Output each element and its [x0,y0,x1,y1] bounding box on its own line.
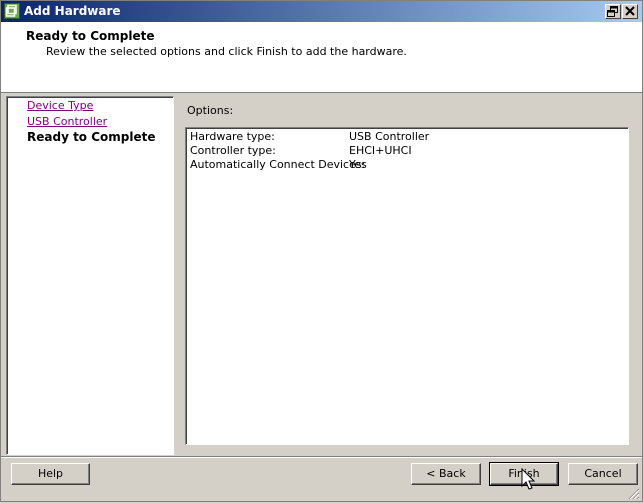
add-hardware-window: Add Hardware Ready to Complete Review th… [0,0,643,502]
step-device-type[interactable]: Device Type [27,99,93,112]
cancel-button[interactable]: Cancel [568,463,638,485]
options-summary: Hardware type: USB Controller Controller… [185,127,629,445]
option-key: Automatically Connect Devices: [190,158,366,171]
title-bar[interactable]: Add Hardware [1,1,642,22]
close-icon [625,6,635,16]
option-key: Controller type: [190,144,276,157]
options-label: Options: [187,104,234,117]
wizard-header: Ready to Complete Review the selected op… [1,22,642,93]
option-key: Hardware type: [190,130,275,143]
option-value: EHCI+UHCI [349,144,412,157]
resize-grip-icon[interactable] [627,487,640,500]
page-subtitle: Review the selected options and click Fi… [46,45,407,58]
restore-icon [607,6,618,17]
window-title: Add Hardware [24,4,121,18]
page-title: Ready to Complete [26,29,155,43]
back-button[interactable]: < Back [411,463,481,485]
step-usb-controller[interactable]: USB Controller [27,115,107,128]
restore-button[interactable] [605,4,621,19]
option-value: Yes [349,158,367,171]
footer-separator [1,456,642,458]
vmware-icon [4,3,20,19]
wizard-steps-panel: Device Type USB Controller Ready to Comp… [6,96,174,455]
close-button[interactable] [622,4,638,19]
finish-button[interactable]: Finish [489,462,559,486]
option-value: USB Controller [349,130,430,143]
step-ready-to-complete: Ready to Complete [27,130,156,144]
help-button[interactable]: Help [11,463,90,485]
